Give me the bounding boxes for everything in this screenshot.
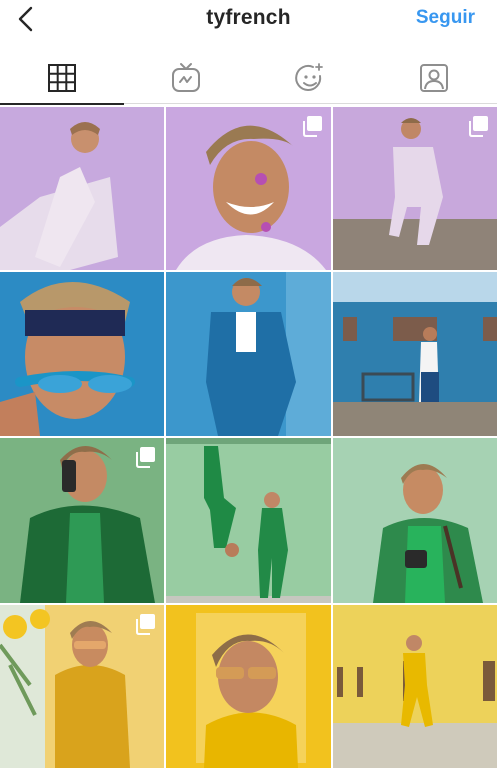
post-image [0, 272, 164, 436]
tab-tagged[interactable] [372, 52, 496, 104]
post-thumbnail[interactable] [0, 438, 164, 603]
post-image [166, 272, 331, 436]
post-thumbnail[interactable] [333, 438, 497, 603]
multiple-photos-icon [136, 614, 155, 635]
post-thumbnail[interactable] [333, 605, 497, 768]
post-image [333, 605, 497, 768]
tab-grid[interactable] [0, 52, 124, 105]
post-thumbnail[interactable] [333, 272, 497, 436]
face-filter-icon [295, 63, 323, 91]
multiple-photos-icon [136, 447, 155, 468]
post-thumbnail[interactable] [333, 107, 497, 270]
profile-header: tyfrench Seguir [0, 0, 497, 40]
multiple-photos-icon [303, 116, 322, 137]
post-thumbnail[interactable] [166, 107, 331, 270]
post-image [0, 107, 164, 270]
follow-button[interactable]: Seguir [416, 7, 475, 29]
post-thumbnail[interactable] [0, 605, 164, 768]
grid-icon [48, 64, 76, 92]
post-thumbnail[interactable] [166, 605, 331, 768]
tab-effects[interactable] [248, 52, 372, 104]
post-thumbnail[interactable] [0, 107, 164, 270]
post-image [333, 272, 497, 436]
profile-tabs [0, 52, 497, 105]
post-thumbnail[interactable] [166, 438, 331, 603]
post-image [333, 438, 497, 603]
tagged-icon [420, 64, 448, 92]
tab-igtv[interactable] [124, 52, 248, 104]
post-image [166, 438, 331, 603]
post-image [166, 605, 331, 768]
igtv-icon [172, 63, 200, 92]
post-thumbnail[interactable] [0, 272, 164, 436]
multiple-photos-icon [469, 116, 488, 137]
posts-grid [0, 107, 497, 768]
post-thumbnail[interactable] [166, 272, 331, 436]
